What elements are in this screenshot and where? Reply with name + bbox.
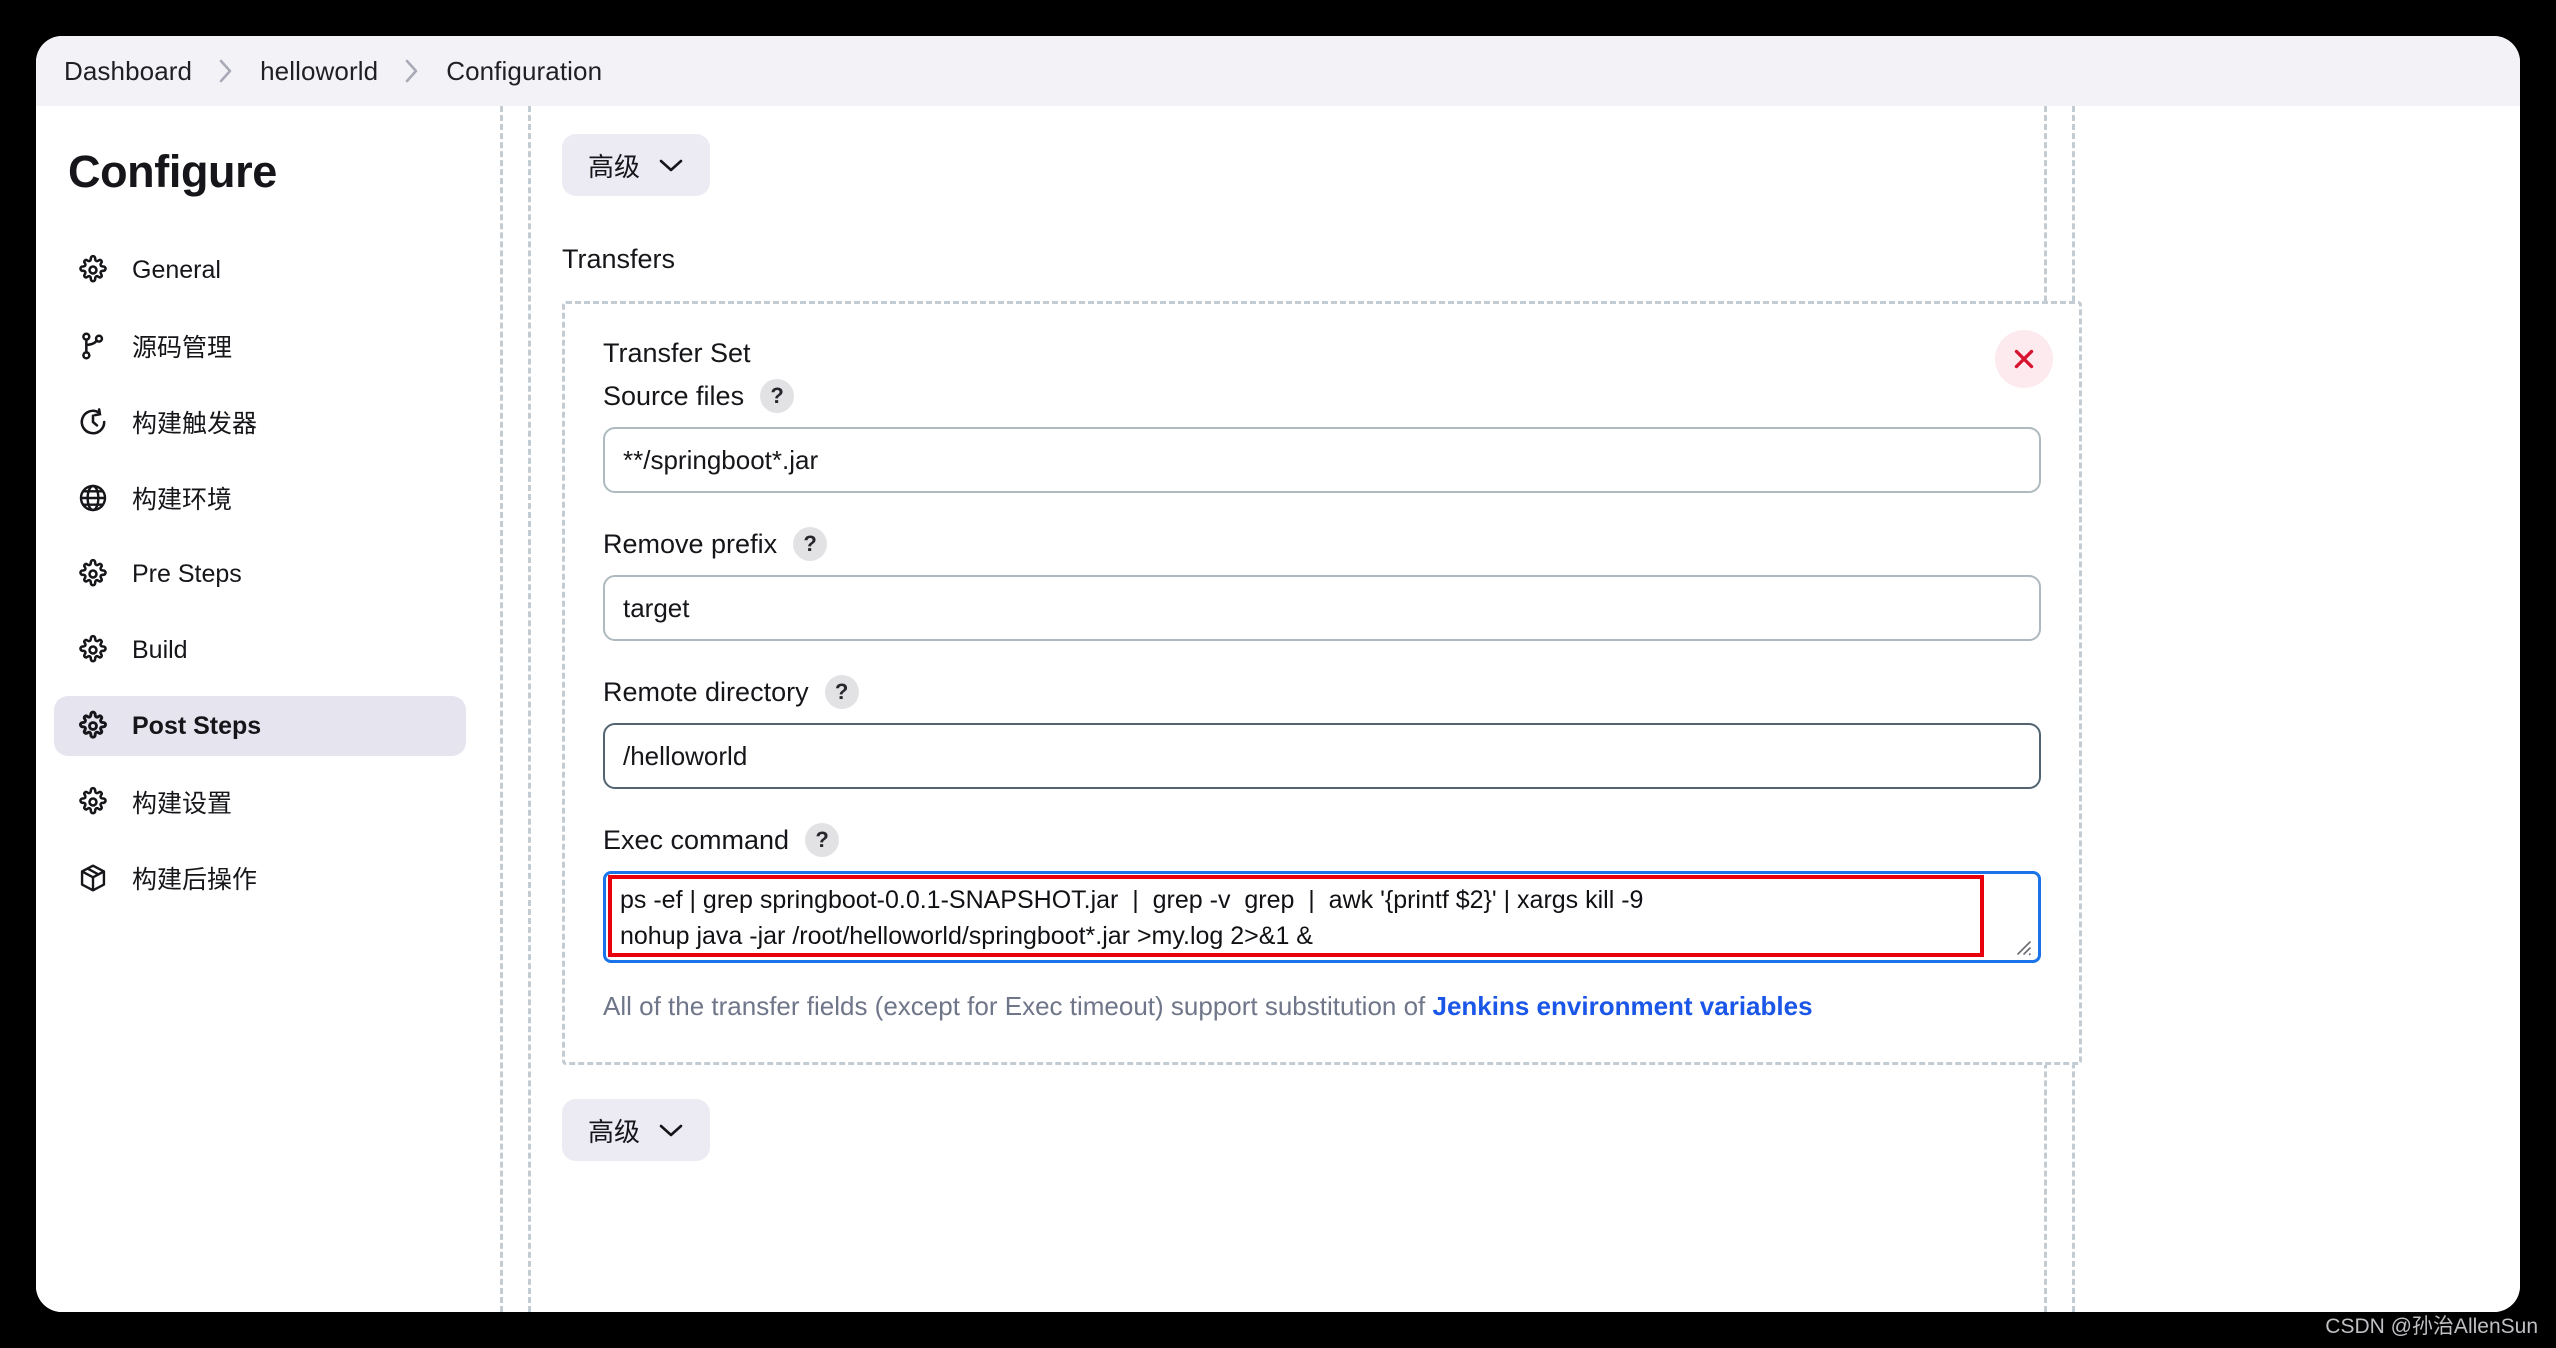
advanced-button-top[interactable]: 高级 [562,134,711,196]
field-label: Source files [603,380,745,411]
sidebar-item-label: Pre Steps [132,559,242,588]
source-files-input[interactable] [603,427,2041,493]
field-source-files: Source files ? [603,379,2041,493]
sidebar-item-build-environment[interactable]: 构建环境 [54,468,466,528]
transfer-set-title: Transfer Set [603,338,751,368]
gear-icon [76,785,110,819]
help-icon[interactable]: ? [824,675,859,709]
resize-grip-icon[interactable] [2010,934,2032,956]
globe-icon [76,481,110,515]
breadcrumb-item-helloworld[interactable]: helloworld [260,56,378,87]
transfer-set-panel: Transfer Set Source files ? Remove prefi… [562,301,2082,1065]
package-icon [76,861,110,895]
breadcrumb-item-configuration[interactable]: Configuration [446,56,602,87]
page-title: Configure [68,146,277,197]
sidebar-item-label: 构建环境 [132,486,233,514]
exec-command-textarea[interactable]: ps -ef | grep springboot-0.0.1-SNAPSHOT.… [606,874,2038,960]
sidebar-item-post-steps[interactable]: Post Steps [54,696,466,756]
breadcrumb-item-dashboard[interactable]: Dashboard [64,56,192,87]
remote-directory-input[interactable] [603,723,2041,789]
sidebar-item-label: Build [132,635,188,664]
sidebar-item-build-triggers[interactable]: 构建触发器 [54,392,466,452]
remove-prefix-input[interactable] [603,575,2041,641]
sidebar: Configure General 源码管理 构建触发器 构建环境 Pre St… [36,106,484,1312]
transfer-hint: All of the transfer fields (except for E… [603,991,2041,1022]
main-content: 高级 Transfers Transfer Set Source files ?… [484,106,2520,1312]
breadcrumb: Dashboard helloworld Configuration [36,36,2520,106]
help-icon[interactable]: ? [805,823,840,857]
chevron-right-icon [192,58,260,84]
sidebar-item-build-settings[interactable]: 构建设置 [54,772,466,832]
gear-icon [76,633,110,667]
sidebar-item-build[interactable]: Build [54,620,466,680]
sidebar-nav: General 源码管理 构建触发器 构建环境 Pre Steps Build … [36,240,484,908]
field-label: Remove prefix [603,528,778,559]
help-icon[interactable]: ? [793,527,828,561]
transfers-heading: Transfers [562,244,676,274]
exec-command-wrapper: ps -ef | grep springboot-0.0.1-SNAPSHOT.… [603,871,2041,963]
sidebar-item-post-build-actions[interactable]: 构建后操作 [54,848,466,908]
layout-guide [528,106,531,1312]
sidebar-item-label: 构建触发器 [132,410,258,438]
field-label: Remote directory [603,676,809,707]
advanced-button-bottom[interactable]: 高级 [562,1099,711,1161]
help-icon[interactable]: ? [760,379,795,413]
chevron-down-icon [658,1122,684,1138]
body: Configure General 源码管理 构建触发器 构建环境 Pre St… [36,106,2520,1312]
clock-icon [76,405,110,439]
chevron-right-icon [378,58,446,84]
advanced-button-label: 高级 [588,151,641,182]
gear-icon [76,253,110,287]
jenkins-env-vars-link[interactable]: Jenkins environment variables [1433,991,1813,1021]
advanced-button-label: 高级 [588,1116,641,1147]
sidebar-item-pre-steps[interactable]: Pre Steps [54,544,466,604]
sidebar-item-label: Post Steps [132,711,262,740]
watermark: CSDN @孙治AllenSun [2325,1315,2538,1338]
field-exec-command: Exec command ? ps -ef | grep springboot-… [603,823,2041,963]
sidebar-item-general[interactable]: General [54,240,466,300]
hint-text-before: All of the transfer fields (except for E… [603,991,1433,1021]
branch-icon [76,329,110,363]
layout-guide [500,106,503,1312]
app-window: Dashboard helloworld Configuration Confi… [36,36,2520,1312]
field-label: Exec command [603,824,790,855]
field-remote-directory: Remote directory ? [603,675,2041,789]
sidebar-item-label: 构建后操作 [132,866,258,894]
sidebar-item-label: 构建设置 [132,790,233,818]
gear-icon [76,557,110,591]
chevron-down-icon [658,157,684,173]
sidebar-item-label: 源码管理 [132,334,233,362]
gear-icon [76,709,110,743]
close-icon[interactable] [1995,330,2053,388]
field-remove-prefix: Remove prefix ? [603,527,2041,641]
sidebar-item-scm[interactable]: 源码管理 [54,316,466,376]
sidebar-item-label: General [132,255,221,284]
